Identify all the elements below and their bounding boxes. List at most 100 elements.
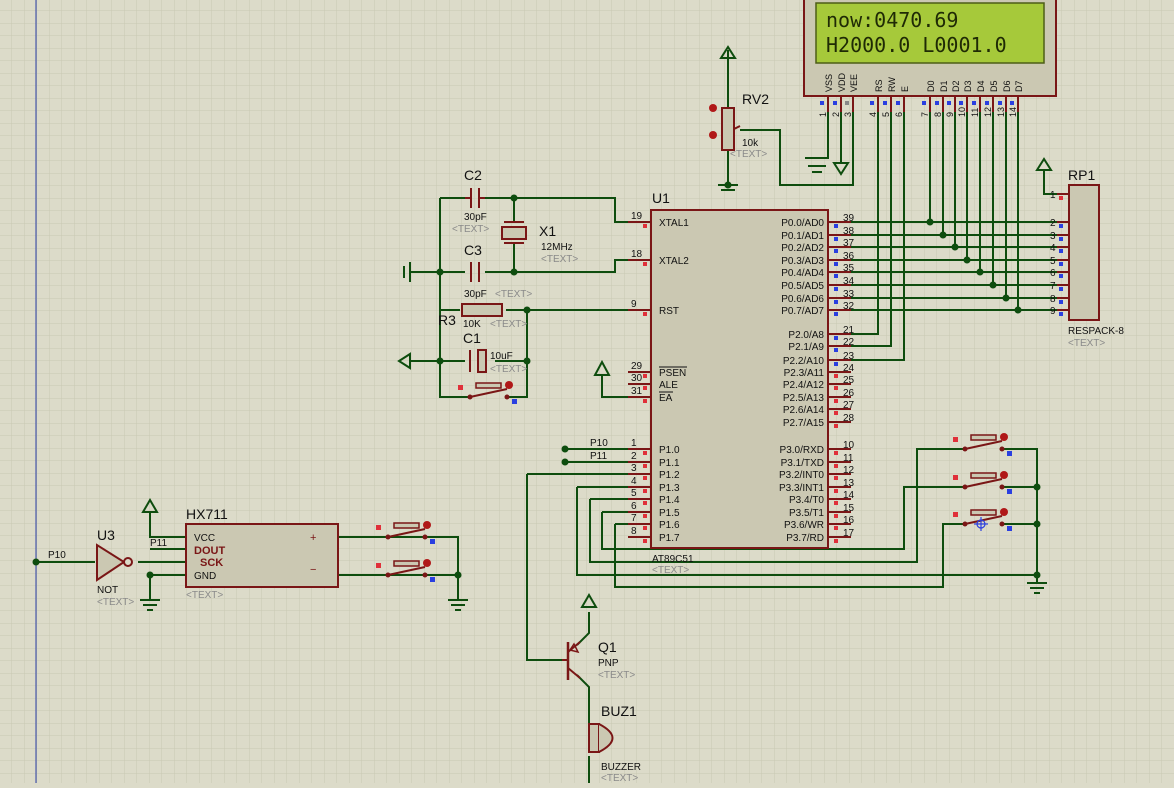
lcd-pin-num-10: 10: [957, 107, 967, 117]
u1-pin-rst: RST: [659, 306, 679, 317]
u1-pin-num-19: 19: [631, 211, 643, 222]
lcd-pin-state: [896, 101, 900, 105]
u1-pin-num-23: 23: [843, 351, 855, 362]
u1-pin-p0-1-ad1: P0.1/AD1: [781, 231, 824, 242]
rp1-pin-num-3: 3: [1050, 231, 1056, 242]
u1-pin-p1-3: P1.3: [659, 483, 680, 494]
hx711-pin-vcc: VCC: [194, 533, 215, 544]
u1-pin-p2-5-a13: P2.5/A13: [783, 393, 825, 404]
lcd-line-2: H2000.0 L0001.0: [826, 33, 1007, 57]
lcd-pin-e: E: [900, 86, 910, 92]
rp1-pin-num-9: 9: [1050, 306, 1056, 317]
u1-pin-num-32: 32: [843, 301, 855, 312]
c2-ref: C2: [464, 167, 482, 183]
lcd-pin-vdd: VDD: [837, 72, 847, 92]
lcd-pin-num-12: 12: [983, 107, 993, 117]
u1-pin-num-6: 6: [631, 501, 637, 512]
u1-pin-num-15: 15: [843, 503, 855, 514]
x1-text: <TEXT>: [541, 254, 578, 265]
u1-pin-p0-2-ad2: P0.2/AD2: [781, 243, 824, 254]
x1-ref: X1: [539, 223, 556, 239]
u1-pin-num-25: 25: [843, 375, 855, 386]
lcd-pin-num-2: 2: [831, 112, 841, 117]
rp1-ref: RP1: [1068, 167, 1095, 183]
u1-pin-p3-3-int1: P3.3/INT1: [779, 483, 824, 494]
lcd-pin-d5: D5: [989, 80, 999, 92]
u1-pin-p0-4-ad4: P0.4/AD4: [781, 268, 824, 279]
u3-ref: U3: [97, 527, 115, 543]
rp1-text: <TEXT>: [1068, 338, 1105, 349]
q1-text: <TEXT>: [598, 670, 635, 681]
u1-pin-num-27: 27: [843, 400, 855, 411]
u1-pin-num-9: 9: [631, 299, 637, 310]
u1-pin-xtal1: XTAL1: [659, 218, 689, 229]
u1-pin-num-34: 34: [843, 276, 855, 287]
net-p11-label: P11: [590, 451, 607, 462]
u1-pin-num-17: 17: [843, 528, 855, 539]
rp1-pin-num-7: 7: [1050, 281, 1056, 292]
lcd-pin-state: [935, 101, 939, 105]
lcd-display[interactable]: now:0470.69 H2000.0 L0001.0 VSS 1 VDD 2 VEE 3…: [803, 0, 1057, 117]
rv2-ref: RV2: [742, 91, 769, 107]
c1-text: <TEXT>: [490, 364, 527, 375]
u1-pin-num-2: 2: [631, 451, 637, 462]
lcd-pin-num-1: 1: [818, 112, 828, 117]
u1-pin-num-38: 38: [843, 226, 855, 237]
u1-pin-p3-5-t1: P3.5/T1: [789, 508, 824, 519]
u1-microcontroller[interactable]: U1 AT89C51 <TEXT> 19XTAL118XTAL29RST29PS…: [628, 190, 855, 576]
u1-pin-p0-6-ad6: P0.6/AD6: [781, 294, 824, 305]
u1-pin-p2-1-a9: P2.1/A9: [788, 342, 824, 353]
u1-pin-num-22: 22: [843, 337, 855, 348]
u1-pin-p3-2-int0: P3.2/INT0: [779, 470, 824, 481]
u1-pin-num-7: 7: [631, 513, 637, 524]
lcd-pin-state: [845, 101, 849, 105]
u1-pin-num-21: 21: [843, 325, 855, 336]
lcd-pin-d0: D0: [926, 80, 936, 92]
buz1-ref: BUZ1: [601, 703, 637, 719]
lcd-pin-state: [883, 101, 887, 105]
u1-pin-p1-4: P1.4: [659, 495, 680, 506]
u1-pin-p1-2: P1.2: [659, 470, 680, 481]
lcd-pin-d1: D1: [939, 80, 949, 92]
lcd-pin-num-11: 11: [970, 108, 980, 117]
u3-part: NOT: [97, 585, 118, 596]
r3-text: <TEXT>: [490, 319, 527, 330]
u1-pin-p1-5: P1.5: [659, 508, 680, 519]
lcd-pin-state: [959, 101, 963, 105]
c2-value: 30pF: [464, 212, 487, 223]
u1-pin-ale: ALE: [659, 380, 678, 391]
lcd-pin-num-6: 6: [894, 112, 904, 117]
u3-text: <TEXT>: [97, 597, 134, 608]
u1-pin-p0-3-ad3: P0.3/AD3: [781, 256, 824, 267]
u1-pin-p3-7-rd: P3.7/RD: [786, 533, 824, 544]
r3-ref: R3: [438, 312, 456, 328]
u1-pin-p3-1-txd: P3.1/TXD: [781, 458, 824, 469]
c3-value: 30pF: [464, 289, 487, 300]
lcd-pin-state: [833, 101, 837, 105]
lcd-pin-d6: D6: [1002, 80, 1012, 92]
u1-pin-num-5: 5: [631, 488, 637, 499]
u1-pin-p0-5-ad5: P0.5/AD5: [781, 281, 824, 292]
u1-pin-num-13: 13: [843, 478, 855, 489]
rp1-pin-num-6: 6: [1050, 268, 1056, 279]
u1-pin-p0-0-ad0: P0.0/AD0: [781, 218, 824, 229]
rp1-part: RESPACK-8: [1068, 326, 1124, 337]
u1-pin-p2-6-a14: P2.6/A14: [783, 405, 825, 416]
rp1-pin-num-2: 2: [1050, 218, 1056, 229]
lcd-pin-state: [1010, 101, 1014, 105]
u1-pin-p1-7: P1.7: [659, 533, 680, 544]
u1-pin-p2-3-a11: P2.3/A11: [784, 368, 825, 379]
u1-pin-num-35: 35: [843, 263, 855, 274]
q1-ref: Q1: [598, 639, 617, 655]
u1-pin-num-36: 36: [843, 251, 855, 262]
u1-pin-p1-1: P1.1: [659, 458, 680, 469]
schematic-canvas[interactable]: now:0470.69 H2000.0 L0001.0 VSS 1 VDD 2 VEE 3…: [0, 0, 1174, 784]
u1-ref: U1: [652, 190, 670, 206]
u1-pin-p2-2-a10: P2.2/A10: [783, 356, 825, 367]
c1-value: 10uF: [490, 351, 513, 362]
c3-text: <TEXT>: [495, 289, 532, 300]
c2-text: <TEXT>: [452, 224, 489, 235]
net-p10-hx-label: P10: [48, 550, 66, 561]
hx711-ref: HX711: [186, 506, 228, 522]
lcd-pin-num-4: 4: [868, 112, 878, 117]
